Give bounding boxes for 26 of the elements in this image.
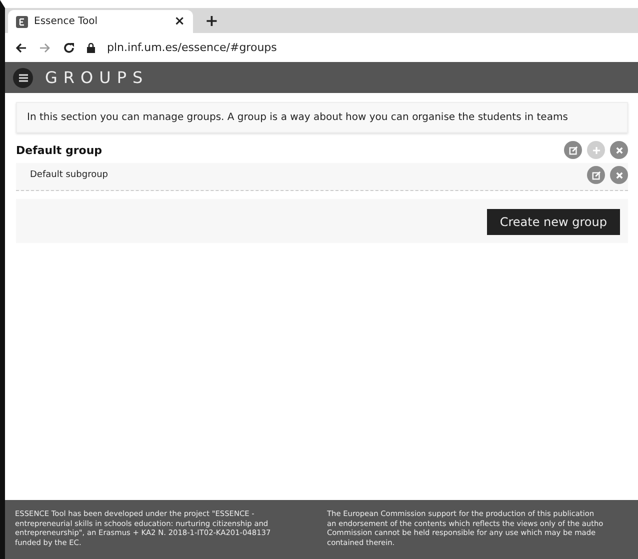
app-logo-icon xyxy=(16,16,28,28)
close-icon xyxy=(616,172,622,178)
intro-text: In this section you can manage groups. A group is a way about how you can organise the students in teams xyxy=(16,102,628,133)
edit-button[interactable] xyxy=(587,166,605,184)
create-group-button[interactable]: Create new group xyxy=(486,209,620,235)
tab-close-button[interactable]: × xyxy=(174,14,185,29)
delete-button[interactable] xyxy=(610,141,628,159)
plus-icon xyxy=(592,146,600,154)
back-icon[interactable] xyxy=(15,42,27,54)
page-title: GROUPS xyxy=(45,68,149,87)
edit-icon xyxy=(592,170,600,180)
browser-tab[interactable]: Essence Tool × xyxy=(8,10,193,33)
edit-button[interactable] xyxy=(564,141,582,159)
group-name: Default group xyxy=(16,144,102,156)
tab-title: Essence Tool xyxy=(34,16,98,27)
new-tab-button[interactable]: + xyxy=(205,11,218,30)
delete-button[interactable] xyxy=(610,166,628,184)
menu-icon xyxy=(18,74,28,82)
menu-button[interactable] xyxy=(13,68,33,88)
close-icon xyxy=(616,146,622,154)
lock-icon xyxy=(87,42,95,52)
subgroup-name: Default subgroup xyxy=(30,170,108,180)
forward-icon[interactable] xyxy=(39,42,51,54)
edit-icon xyxy=(568,146,578,154)
url-text[interactable]: pln.inf.um.es/essence/#groups xyxy=(107,41,277,54)
reload-icon[interactable] xyxy=(63,42,75,54)
